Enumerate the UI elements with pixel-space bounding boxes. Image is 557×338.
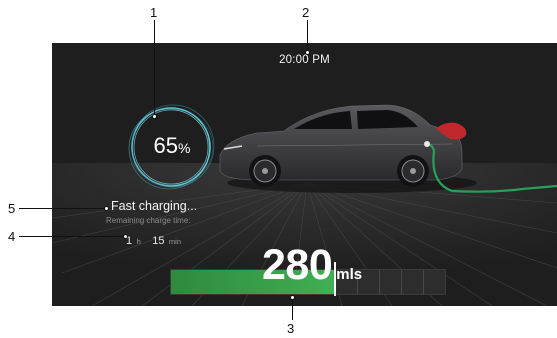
leader-line-1 xyxy=(154,20,155,116)
remaining-hours-unit: h xyxy=(136,237,141,246)
range-bar-segment-divider xyxy=(379,270,380,294)
charging-screen: 20:00 PM 65% Fast charging... Remaining … xyxy=(52,43,557,306)
range-bar-segment-divider xyxy=(423,270,424,294)
remaining-time-label: Remaining charge time: xyxy=(106,216,191,225)
leader-line-4 xyxy=(19,236,125,237)
battery-percentage: 65% xyxy=(122,133,222,159)
charging-status: Fast charging... xyxy=(111,199,198,213)
callout-4: 4 xyxy=(8,229,16,244)
leader-line-3 xyxy=(292,297,293,320)
callout-5: 5 xyxy=(8,201,16,216)
leader-dot-5 xyxy=(104,206,109,211)
battery-percent-value: 65 xyxy=(153,133,179,158)
leader-dot-3 xyxy=(290,295,295,300)
callout-1: 1 xyxy=(150,5,158,20)
remaining-time: 1 h 15 min xyxy=(126,231,188,249)
leader-dot-4 xyxy=(123,234,128,239)
clock-time: 20:00 PM xyxy=(279,54,330,66)
callout-2: 2 xyxy=(302,5,310,20)
remaining-minutes-unit: min xyxy=(168,237,181,246)
battery-percent-unit: % xyxy=(178,140,191,156)
leader-line-2 xyxy=(307,20,308,52)
leader-line-5 xyxy=(19,208,106,209)
callout-3: 3 xyxy=(287,321,295,336)
leader-dot-2 xyxy=(305,50,310,55)
driving-range: 280 mls xyxy=(262,241,362,290)
range-unit: mls xyxy=(336,266,363,283)
remaining-minutes: 15 xyxy=(152,235,165,247)
range-bar-segment-divider xyxy=(401,270,402,294)
leader-dot-1 xyxy=(152,114,157,119)
range-value: 280 xyxy=(262,241,333,289)
